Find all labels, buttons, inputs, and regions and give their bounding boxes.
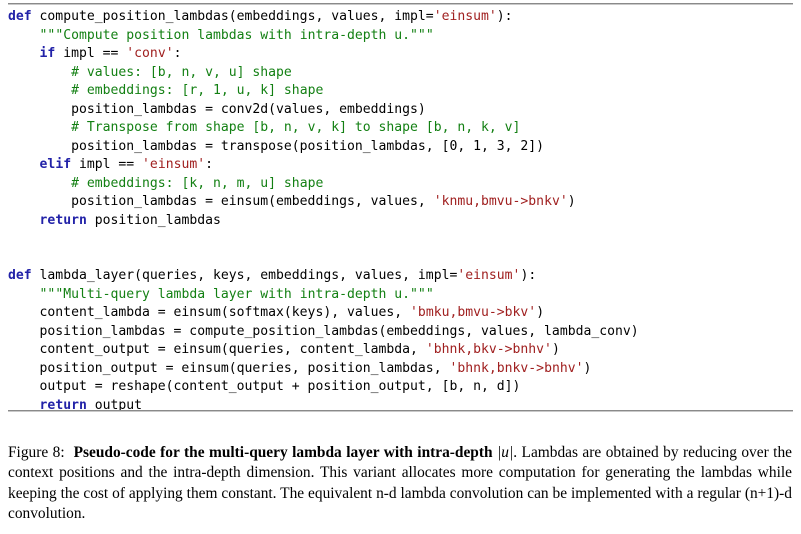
code-token-kw: def xyxy=(8,9,32,24)
code-token-pln: : xyxy=(205,157,214,172)
code-line: output = reshape(content_output + positi… xyxy=(8,378,793,397)
code-token-kw: elif xyxy=(39,157,72,172)
code-token-pln: ) xyxy=(583,360,592,376)
code-token-kw: return xyxy=(39,212,87,228)
code-token-pln: output = reshape(content_output + positi… xyxy=(8,379,521,394)
code-line: position_lambdas = conv2d(values, embedd… xyxy=(8,101,793,120)
code-line: # Transpose from shape [b, n, v, k] to s… xyxy=(8,119,793,138)
code-token-pln: ) xyxy=(567,194,576,209)
code-token-doc: """Compute position lambdas with intra-d… xyxy=(39,27,434,43)
code-token-com: # values: [b, n, v, u] shape xyxy=(71,64,292,80)
code-line: def lambda_layer(queries, keys, embeddin… xyxy=(8,267,793,286)
code-token-str: 'einsum' xyxy=(457,268,521,283)
code-line: position_output = einsum(queries, positi… xyxy=(8,360,793,379)
caption-math-symbol: |u| xyxy=(497,444,514,461)
code-token-pln xyxy=(8,46,40,61)
code-token-str: 'bmku,bmvu->bkv' xyxy=(410,305,537,320)
code-token-pln: ): xyxy=(496,9,513,24)
code-token-pln xyxy=(8,213,40,228)
code-token-pln: impl == xyxy=(55,46,127,61)
code-token-pln: ): xyxy=(520,268,537,283)
code-line: def compute_position_lambdas(embeddings,… xyxy=(8,8,793,27)
code-token-pln xyxy=(8,176,71,191)
code-token-pln xyxy=(8,28,40,43)
code-line: position_lambdas = transpose(position_la… xyxy=(8,138,793,157)
code-token-pln xyxy=(8,120,71,135)
code-token-pln: content_output = einsum(queries, content… xyxy=(8,342,426,357)
code-token-pln xyxy=(8,287,40,302)
figure-page: def compute_position_lambdas(embeddings,… xyxy=(0,0,801,534)
code-line: elif impl == 'einsum': xyxy=(8,156,793,175)
code-token-pln: position_output = einsum(queries, positi… xyxy=(8,360,450,376)
code-line: """Compute position lambdas with intra-d… xyxy=(8,27,793,46)
code-line: if impl == 'conv': xyxy=(8,45,793,64)
code-token-pln xyxy=(8,157,40,172)
code-token-pln: ) xyxy=(536,305,545,320)
code-token-str: 'einsum' xyxy=(142,157,206,172)
code-token-pln: position_lambdas = einsum(embeddings, va… xyxy=(8,194,434,209)
code-token-pln: impl == xyxy=(71,157,143,172)
figure-caption-title: Pseudo-code for the multi-query lambda l… xyxy=(73,444,493,461)
code-token-str: 'bhnk,bkv->bnhv' xyxy=(425,342,552,357)
code-token-kw: if xyxy=(39,46,56,61)
code-token-com: # Transpose from shape [b, n, v, k] to s… xyxy=(71,120,521,135)
code-line: return output xyxy=(8,397,793,416)
code-line: # embeddings: [k, n, m, u] shape xyxy=(8,175,793,194)
listing-top-rule xyxy=(8,3,793,4)
code-line: content_lambda = einsum(softmax(keys), v… xyxy=(8,304,793,323)
code-token-pln: position_lambdas = conv2d(values, embedd… xyxy=(8,101,426,117)
code-token-str: 'conv' xyxy=(126,46,174,61)
code-token-str: 'einsum' xyxy=(433,9,497,24)
code-token-pln: position_lambdas = transpose(position_la… xyxy=(8,138,545,154)
code-token-pln: compute_position_lambdas(embeddings, val… xyxy=(31,9,434,24)
code-line: """Multi-query lambda layer with intra-d… xyxy=(8,286,793,305)
code-token-doc: """Multi-query lambda layer with intra-d… xyxy=(39,286,434,302)
code-token-kw: def xyxy=(8,268,32,283)
code-token-pln: content_lambda = einsum(softmax(keys), v… xyxy=(8,305,411,320)
code-line: return position_lambdas xyxy=(8,212,793,231)
code-token-pln: ) xyxy=(551,342,560,357)
code-token-com: # embeddings: [r, 1, u, k] shape xyxy=(71,83,324,98)
code-token-str: 'knmu,bmvu->bnkv' xyxy=(433,194,568,209)
listing-bottom-rule xyxy=(8,410,793,411)
figure-label: Figure 8: xyxy=(8,444,65,461)
code-token-pln xyxy=(8,83,71,98)
code-line: # embeddings: [r, 1, u, k] shape xyxy=(8,82,793,101)
code-token-pln: position_lambdas xyxy=(86,212,221,228)
code-line: content_output = einsum(queries, content… xyxy=(8,341,793,360)
code-token-str: 'bhnk,bnkv->bnhv' xyxy=(449,360,584,376)
code-line: # values: [b, n, v, u] shape xyxy=(8,64,793,83)
code-line: position_lambdas = compute_position_lamb… xyxy=(8,323,793,342)
code-line: position_lambdas = einsum(embeddings, va… xyxy=(8,193,793,212)
code-token-pln: lambda_layer(queries, keys, embeddings, … xyxy=(31,268,458,283)
code-token-pln: position_lambdas = compute_position_lamb… xyxy=(8,323,639,339)
code-token-pln: : xyxy=(173,46,182,61)
code-token-pln xyxy=(8,65,71,80)
figure-caption: Figure 8: Pseudo-code for the multi-quer… xyxy=(8,443,792,525)
pseudo-code-listing: def compute_position_lambdas(embeddings,… xyxy=(8,8,793,415)
code-token-com: # embeddings: [k, n, m, u] shape xyxy=(71,175,324,191)
